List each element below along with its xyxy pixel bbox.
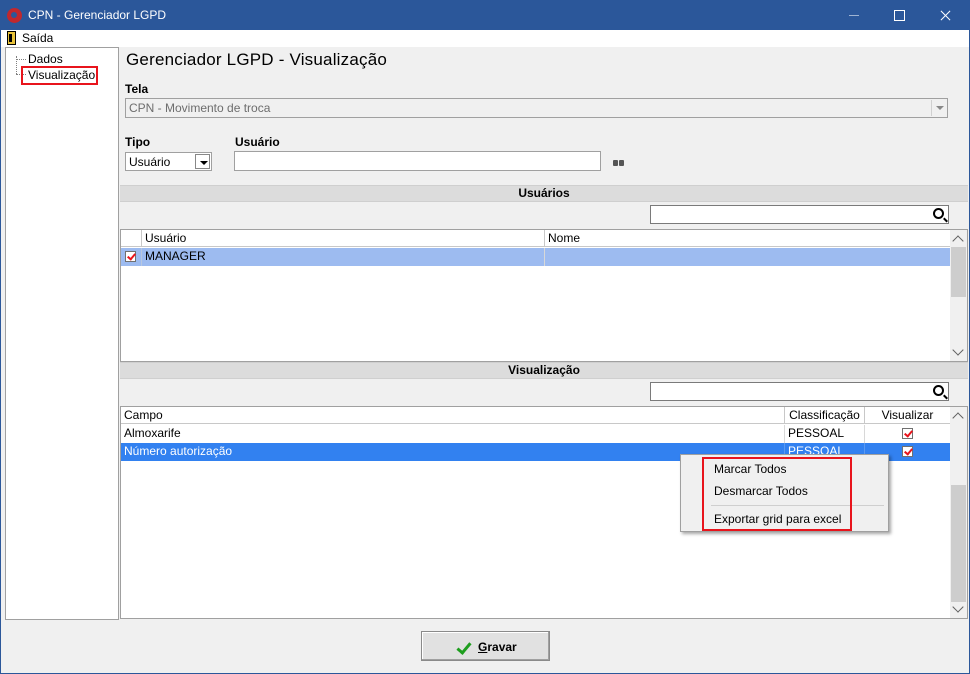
highlight-box (21, 66, 98, 85)
scroll-up-icon[interactable] (952, 235, 964, 247)
scroll-down-icon[interactable] (952, 601, 964, 613)
chevron-down-icon[interactable] (195, 154, 210, 169)
close-button[interactable] (923, 1, 968, 30)
tela-select-value: CPN - Movimento de troca (129, 101, 271, 115)
app-logo-icon (7, 8, 22, 23)
minimize-button[interactable] (831, 1, 876, 30)
exit-door-icon (7, 31, 16, 45)
binoculars-search-icon[interactable] (613, 158, 625, 167)
column-header-classificacao[interactable]: Classificação (785, 407, 865, 424)
menu-bar: Saída (1, 30, 969, 47)
column-header-usuario[interactable]: Usuário (142, 230, 545, 247)
column-header-campo[interactable]: Campo (121, 407, 785, 424)
cell-visualizar[interactable] (865, 425, 951, 443)
search-icon[interactable] (933, 208, 944, 219)
users-grid[interactable]: Usuário Nome MANAGER (120, 229, 968, 362)
navigation-tree: Dados Visualização (5, 47, 119, 620)
visualizar-checkbox[interactable] (902, 428, 913, 439)
grid-indicator-header (121, 230, 142, 247)
save-button[interactable]: Gravar (421, 631, 550, 661)
row-select-cell[interactable] (121, 248, 142, 266)
tela-select[interactable]: CPN - Movimento de troca (125, 98, 948, 118)
title-bar: CPN - Gerenciador LGPD (1, 1, 969, 30)
tela-label: Tela (125, 82, 149, 96)
highlight-box (702, 457, 852, 531)
context-menu: Marcar Todos Desmarcar Todos Exportar gr… (680, 454, 889, 532)
tipo-select-value: Usuário (129, 155, 171, 169)
cell-classificacao: PESSOAL (785, 425, 865, 443)
page-title: Gerenciador LGPD - Visualização (126, 50, 388, 69)
users-grid-scrollbar[interactable] (950, 230, 967, 361)
usuario-label: Usuário (235, 135, 280, 149)
column-header-visualizar[interactable]: Visualizar (865, 407, 951, 424)
scroll-down-icon[interactable] (952, 344, 964, 356)
save-button-label: Gravar (478, 640, 517, 654)
cell-usuario: MANAGER (142, 248, 545, 266)
users-section-header: Usuários (120, 185, 968, 202)
users-search-input[interactable] (650, 205, 949, 224)
scroll-up-icon[interactable] (952, 412, 964, 424)
cell-campo: Almoxarife (121, 425, 785, 443)
scroll-thumb[interactable] (951, 485, 966, 602)
table-row[interactable]: MANAGER (121, 248, 951, 266)
search-icon[interactable] (933, 385, 944, 396)
tree-item-dados[interactable]: Dados (28, 52, 63, 66)
row-checkbox[interactable] (125, 251, 136, 262)
view-search-input[interactable] (650, 382, 949, 401)
window-title: CPN - Gerenciador LGPD (28, 8, 167, 22)
table-row[interactable]: Almoxarife PESSOAL (121, 425, 951, 443)
scroll-thumb[interactable] (951, 247, 966, 297)
cell-nome (545, 248, 951, 266)
exit-menu-label: Saída (22, 31, 54, 45)
tipo-select[interactable]: Usuário (125, 152, 212, 171)
tipo-label: Tipo (125, 135, 151, 149)
column-header-nome[interactable]: Nome (545, 230, 951, 247)
check-icon (456, 639, 472, 655)
tree-connector (16, 59, 26, 60)
chevron-down-icon[interactable] (931, 100, 946, 116)
view-section-header: Visualização (120, 362, 968, 379)
app-window: CPN - Gerenciador LGPD Saída Dados Visua… (0, 0, 970, 674)
visualizar-checkbox[interactable] (902, 446, 913, 457)
view-grid-scrollbar[interactable] (950, 407, 967, 618)
maximize-button[interactable] (877, 1, 922, 30)
usuario-input[interactable] (234, 151, 601, 171)
